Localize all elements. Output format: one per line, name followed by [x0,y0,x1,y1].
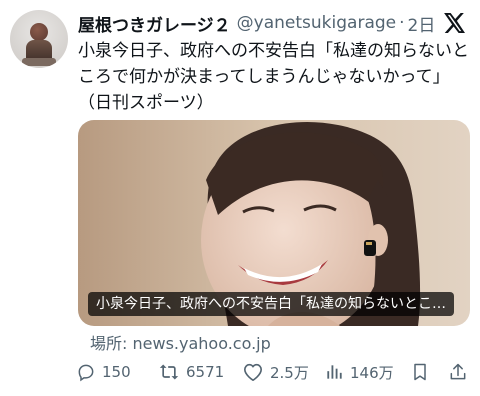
repost-icon [159,364,179,380]
heart-icon [244,363,262,381]
reply-button[interactable]: 150 [76,358,131,386]
author-handle[interactable]: @yanetsukigarage [237,13,396,33]
bookmark-button[interactable] [410,358,436,386]
x-logo-icon[interactable] [442,10,468,36]
source-label: 場所: [90,334,128,353]
share-button[interactable] [448,358,474,386]
card-headline: 小泉今日子、政府への不安告白「私達の知らないとこ… [88,292,454,316]
bookmark-icon [414,363,426,381]
author-name[interactable]: 屋根つきガレージ２ [78,11,231,36]
share-icon [450,363,466,380]
tweet-timestamp[interactable]: 2日 [408,11,436,36]
source-domain[interactable]: news.yahoo.co.jp [133,334,271,353]
reply-count: 150 [102,363,131,381]
views-count: 146万 [350,363,394,382]
card-source[interactable]: 場所: news.yahoo.co.jp [90,330,271,354]
avatar-figure-base [22,58,56,66]
reply-icon [78,364,94,382]
link-card[interactable]: 小泉今日子、政府への不安告白「私達の知らないとこ… [78,120,470,326]
avatar-figure-head [30,23,48,41]
author-avatar[interactable] [10,10,68,68]
views-chart-icon [327,365,342,379]
tweet-text: 小泉今日子、政府への不安告白「私達の知らないところで何かが決まってしまうんじゃな… [78,41,469,113]
repost-button[interactable]: 6571 [158,358,224,386]
like-button[interactable]: 2.5万 [242,358,309,386]
repost-count: 6571 [186,363,225,381]
tweet-actions: 150 6571 2.5万 146万 [76,358,474,386]
like-count: 2.5万 [270,363,309,382]
header-separator: · [399,13,405,33]
views-button[interactable]: 146万 [324,358,394,386]
tweet-header: 屋根つきガレージ２ @yanetsukigarage · 2日 [78,10,438,36]
